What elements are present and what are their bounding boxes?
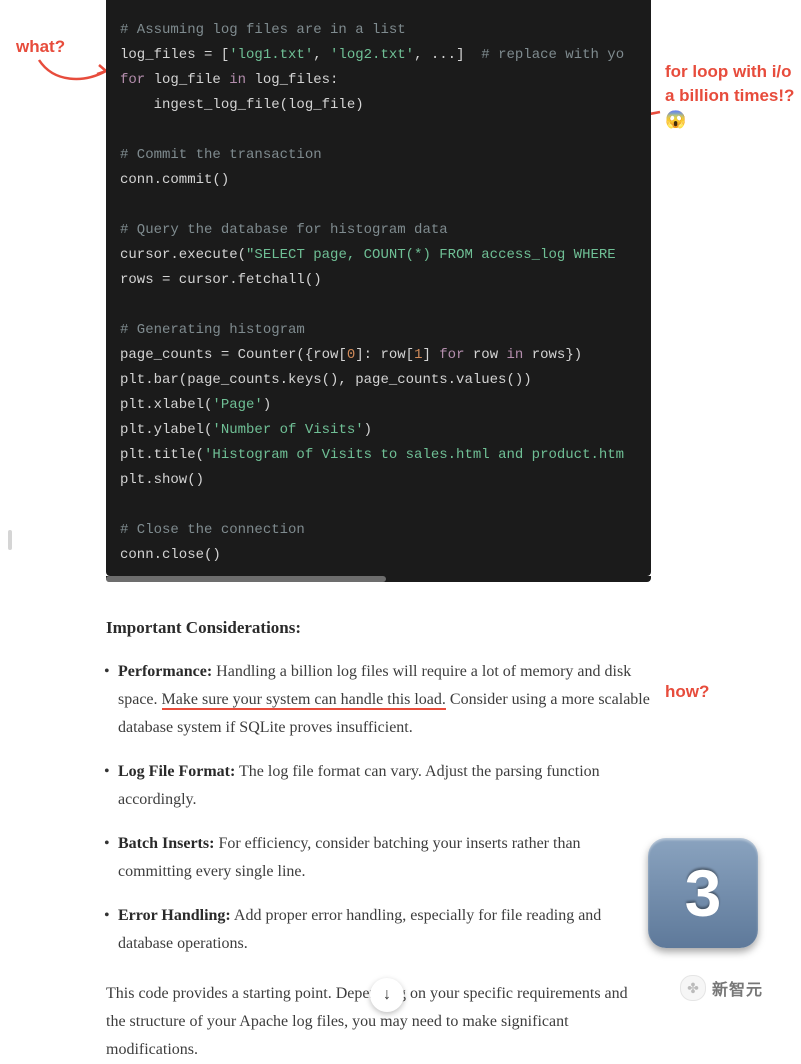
code-line: ingest_log_file(log_file) [120, 93, 637, 118]
code-line [120, 293, 637, 318]
code-block: # Assuming log files are in a listlog_fi… [106, 0, 651, 576]
annotation-what: what? [16, 35, 65, 59]
considerations-heading: Important Considerations: [106, 618, 651, 638]
code-h-scrollbar-thumb[interactable] [106, 576, 386, 582]
code-line: cursor.execute("SELECT page, COUNT(*) FR… [120, 243, 637, 268]
source-watermark: ✤ 新智元 [680, 975, 763, 1001]
code-line: plt.ylabel('Number of Visits') [120, 418, 637, 443]
list-item-label: Log File Format: [118, 763, 235, 780]
code-line: # Close the connection [120, 518, 637, 543]
code-line: # Commit the transaction [120, 143, 637, 168]
code-line: # Generating histogram [120, 318, 637, 343]
considerations-list: Performance: Handling a billion log file… [106, 658, 651, 958]
code-line: page_counts = Counter({row[0]: row[1] fo… [120, 343, 637, 368]
code-line: conn.close() [120, 543, 637, 568]
code-line: plt.bar(page_counts.keys(), page_counts.… [120, 368, 637, 393]
list-item: Log File Format: The log file format can… [112, 758, 651, 814]
code-line [120, 118, 637, 143]
list-item: Performance: Handling a billion log file… [112, 658, 651, 742]
main-content: # Assuming log files are in a listlog_fi… [106, 0, 651, 1064]
arrow-down-icon: ↓ [383, 986, 391, 1004]
code-line: # Assuming log files are in a list [120, 18, 637, 43]
code-line: plt.show() [120, 468, 637, 493]
code-line: conn.commit() [120, 168, 637, 193]
list-item: Batch Inserts: For efficiency, consider … [112, 830, 651, 886]
code-line: plt.xlabel('Page') [120, 393, 637, 418]
code-line: rows = cursor.fetchall() [120, 268, 637, 293]
code-line: log_files = ['log1.txt', 'log2.txt', ...… [120, 43, 637, 68]
annotation-arrow-what [34, 55, 112, 87]
code-h-scrollbar[interactable] [106, 576, 651, 582]
scroll-down-button[interactable]: ↓ [370, 978, 404, 1012]
watermark-icon: ✤ [680, 975, 706, 1001]
annotation-loop: for loop with i/o a billion times!? 😱 [665, 60, 795, 131]
watermark-text: 新智元 [712, 976, 763, 1000]
list-item-label: Batch Inserts: [118, 835, 214, 852]
code-line [120, 493, 637, 518]
code-line: # Query the database for histogram data [120, 218, 637, 243]
list-item: Error Handling: Add proper error handlin… [112, 902, 651, 958]
code-line: for log_file in log_files: [120, 68, 637, 93]
list-item-label: Error Handling: [118, 907, 231, 924]
highlighted-text: Make sure your system can handle this lo… [162, 691, 446, 710]
annotation-how: how? [665, 680, 709, 704]
list-item-label: Performance: [118, 663, 212, 680]
code-line: plt.title('Histogram of Visits to sales.… [120, 443, 637, 468]
code-line [120, 193, 637, 218]
badge-three-icon: 3 [648, 838, 758, 948]
page-scroll-indicator [8, 530, 12, 550]
